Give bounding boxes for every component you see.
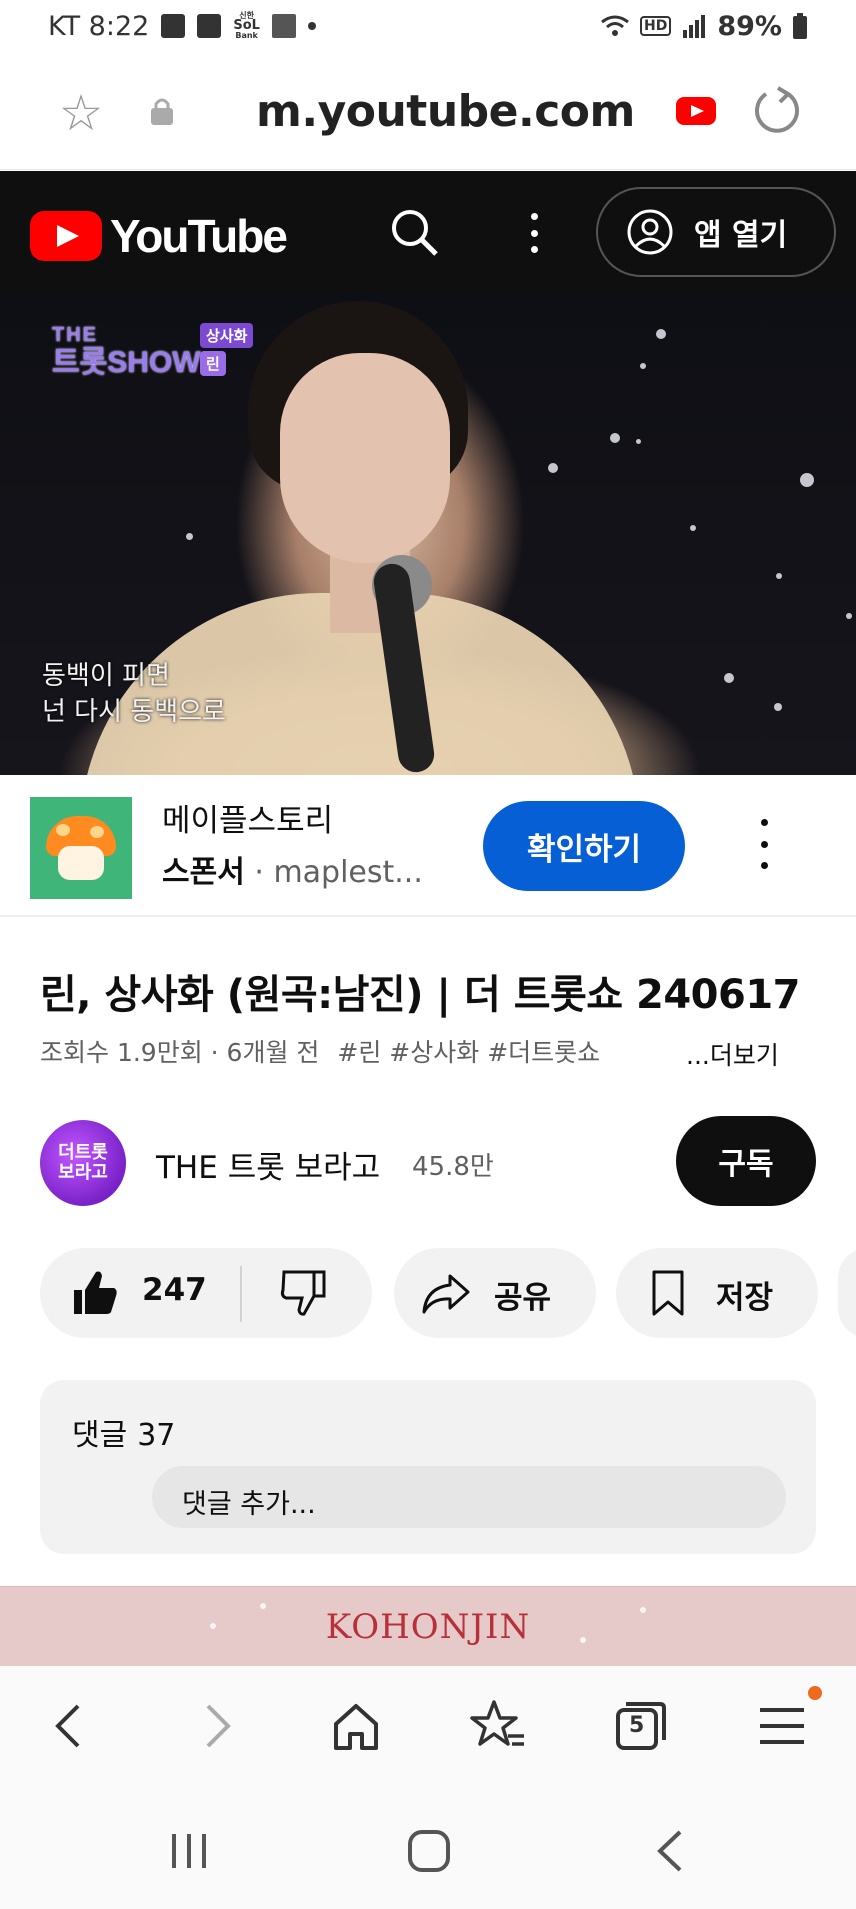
url-text[interactable]: m.youtube.com [256, 86, 635, 137]
ad-sponsor-line: 스폰서 · maplest... [162, 847, 423, 891]
bank-app-icon: 신한 SoL Bank [233, 11, 260, 41]
lock-icon[interactable] [148, 96, 176, 126]
open-app-button[interactable]: 앱 열기 [596, 187, 836, 277]
save-label: 저장 [716, 1280, 774, 1316]
share-label: 공유 [494, 1280, 552, 1316]
battery-percent: 89% [717, 10, 782, 42]
reload-icon[interactable] [748, 82, 804, 138]
song-tag: 상사화 [200, 323, 254, 348]
home-icon[interactable] [326, 1696, 386, 1756]
ad-title[interactable]: 메이플스토리 [162, 795, 333, 840]
channel-avatar[interactable]: 더트롯 보라고 [40, 1120, 126, 1206]
lyric-line-2: 넌 다시 동백으로 [42, 697, 226, 727]
bookmark-star-icon[interactable]: ☆ [54, 86, 108, 140]
account-icon [627, 209, 673, 255]
channel-name[interactable]: THE 트롯 보라고 [156, 1142, 380, 1187]
action-bar: 247 공유 저장 [0, 1248, 856, 1338]
more-options-icon[interactable] [520, 209, 548, 257]
like-dislike-pill: 247 [40, 1248, 372, 1338]
sponsor-label: 스폰서 [162, 855, 245, 890]
bookmark-icon [652, 1270, 684, 1316]
comments-count: 37 [137, 1418, 176, 1453]
bank-label-mid: SoL [233, 18, 260, 33]
subscriber-count: 45.8만 [412, 1152, 494, 1182]
artist-tag: 린 [200, 351, 226, 376]
subscribe-button[interactable]: 구독 [676, 1116, 816, 1206]
search-icon[interactable] [386, 204, 442, 260]
system-nav-bar [0, 1786, 856, 1909]
signal-icon [683, 15, 706, 38]
youtube-logo-text: YouTube [110, 210, 288, 262]
like-count[interactable]: 247 [142, 1272, 207, 1308]
share-button[interactable]: 공유 [394, 1248, 596, 1338]
banner-brand-text: KOHONJIN [325, 1606, 531, 1647]
browser-url-bar: ☆ m.youtube.com [0, 52, 856, 170]
show-logo-name: 트롯SHOW [52, 346, 201, 379]
gallery-notification-icon [197, 14, 222, 38]
home-button-icon[interactable] [404, 1826, 454, 1876]
tab-count: 5 [629, 1713, 645, 1738]
forward-icon[interactable] [186, 1696, 246, 1756]
youtube-header: YouTube 앱 열기 [0, 171, 856, 293]
browser-bottom-nav: 5 [0, 1666, 856, 1786]
youtube-app-icon[interactable] [676, 97, 716, 125]
thumbs-down-icon[interactable] [276, 1268, 328, 1318]
show-logo-top: THE [52, 324, 98, 346]
hd-voice-badge: HD [640, 16, 672, 36]
comments-section[interactable]: 댓글 37 댓글 추가... [40, 1380, 816, 1554]
video-subject-face [280, 353, 450, 563]
app-notification-icon [161, 14, 186, 38]
like-separator [240, 1266, 242, 1322]
channel-row: 더트롯 보라고 THE 트롯 보라고 45.8만 구독 [0, 1112, 856, 1212]
recent-apps-icon[interactable] [164, 1826, 214, 1876]
comments-header: 댓글 37 [72, 1410, 175, 1454]
bank-label-bot: Bank [235, 31, 258, 40]
video-title: 린, 상사화 (원곡:남진) | 더 트롯쇼 240617 [40, 972, 801, 1018]
back-button-icon[interactable] [646, 1826, 696, 1876]
bookmarks-icon[interactable] [468, 1696, 528, 1756]
video-player[interactable]: THE 트롯SHOW 상사화 린 동백이 피면 넌 다시 동백으로 [0, 293, 856, 775]
lyric-line-1: 동백이 피면 [42, 661, 170, 691]
youtube-play-icon [30, 211, 102, 261]
open-app-label: 앱 열기 [694, 218, 788, 253]
sponsor-domain: maplest... [273, 855, 423, 890]
video-meta[interactable]: 조회수 1.9만회 · 6개월 전 #린 #상사화 #더트롯쇼 [40, 1033, 660, 1069]
hashtags[interactable]: #린 #상사화 #더트롯쇼 [337, 1038, 600, 1067]
avatar-text-2: 보라고 [58, 1162, 108, 1183]
banner-ad[interactable]: KOHONJIN [0, 1586, 856, 1666]
share-icon [422, 1274, 470, 1314]
youtube-logo[interactable]: YouTube [30, 209, 288, 263]
comments-label: 댓글 [72, 1418, 128, 1453]
battery-icon [793, 13, 807, 39]
add-comment-input[interactable]: 댓글 추가... [152, 1466, 786, 1528]
status-bar: KT 8:22 신한 SoL Bank HD 89% [0, 0, 856, 52]
ad-cta-button[interactable]: 확인하기 [483, 801, 685, 891]
ad-menu-icon[interactable] [756, 819, 772, 869]
more-actions-button[interactable] [838, 1248, 856, 1338]
menu-icon[interactable] [752, 1696, 812, 1756]
carrier-time: KT 8:22 [48, 10, 150, 42]
more-notifications-icon [307, 22, 316, 30]
sponsored-ad: 메이플스토리 스폰서 · maplest... 확인하기 [0, 775, 856, 917]
page: KT 8:22 신한 SoL Bank HD 89% ☆ m.youtube.c… [0, 0, 856, 1909]
wifi-icon [601, 15, 629, 36]
show-more-link[interactable]: ...더보기 [686, 1036, 779, 1072]
sign-notification-icon [271, 14, 296, 38]
mushroom-mascot-icon [46, 816, 116, 880]
sponsor-separator: · [254, 855, 274, 890]
show-logo: THE 트롯SHOW [52, 321, 201, 379]
thumbs-up-icon[interactable] [70, 1268, 120, 1318]
ad-thumbnail[interactable] [30, 797, 132, 899]
save-button[interactable]: 저장 [616, 1248, 818, 1338]
view-count: 조회수 1.9만회 · 6개월 전 [40, 1038, 320, 1067]
tabs-button[interactable]: 5 [610, 1696, 670, 1756]
back-icon[interactable] [40, 1696, 100, 1756]
menu-notification-dot [808, 1686, 822, 1700]
avatar-text-1: 더트롯 [58, 1142, 108, 1163]
